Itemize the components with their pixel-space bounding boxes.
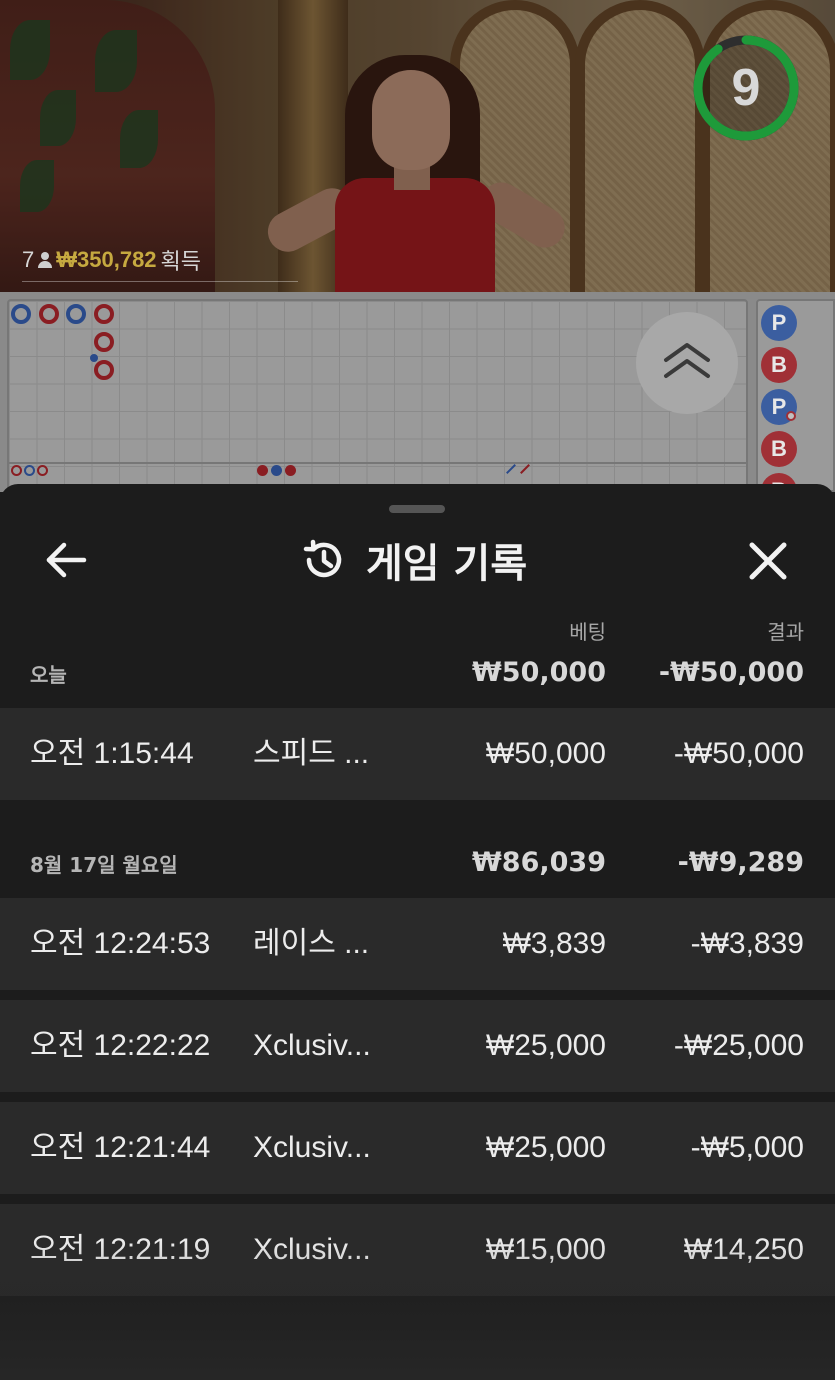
live-video-stream: 9 7 ₩350,782 획득: [0, 0, 835, 292]
game-history-sheet: 게임 기록 베팅 결과 오늘 ₩50,000 -₩50,000 오전 1:15:…: [0, 484, 835, 1380]
row-bet: ₩3,839: [502, 927, 606, 960]
row-time: 오전 12:21:19: [30, 1233, 211, 1266]
pair-dot: [90, 354, 98, 362]
drag-handle[interactable]: [389, 505, 445, 513]
row-result: -₩3,839: [690, 927, 804, 960]
row-game: 레이스 ...: [253, 927, 370, 960]
group-total-result: -₩9,289: [677, 847, 804, 878]
date-group-header: 8월 17일 월요일 ₩86,039 -₩9,289: [0, 824, 835, 888]
row-result: ₩14,250: [683, 1233, 804, 1266]
row-bet: ₩15,000: [485, 1233, 606, 1266]
group-total-bet: ₩86,039: [472, 847, 606, 878]
close-button[interactable]: [743, 536, 793, 586]
history-row[interactable]: 오전 12:21:44 Xclusiv... ₩25,000 -₩5,000: [0, 1102, 835, 1194]
row-bet: ₩25,000: [485, 1131, 606, 1164]
date-group-header: 오늘 ₩50,000 -₩50,000: [0, 634, 835, 698]
bead-banker: B: [761, 431, 797, 467]
row-game: 스피드 ...: [253, 737, 370, 770]
countdown-number: 9: [731, 59, 761, 117]
row-result: -₩5,000: [690, 1131, 804, 1164]
close-icon: [749, 542, 787, 580]
bead-banker: B: [761, 347, 797, 383]
group-total-result: -₩50,000: [658, 657, 804, 688]
group-date: 오늘: [30, 663, 67, 687]
road-mark: [66, 304, 86, 324]
pair-dot: [786, 411, 796, 421]
bead-player: P: [761, 305, 797, 341]
history-row[interactable]: 오전 12:21:19 Xclusiv... ₩15,000 ₩14,250: [0, 1204, 835, 1296]
row-bet: ₩50,000: [485, 737, 606, 770]
road-mark: [11, 304, 31, 324]
row-game: Xclusiv...: [253, 1131, 371, 1164]
history-row[interactable]: 오전 1:15:44 스피드 ... ₩50,000 -₩50,000: [0, 708, 835, 800]
road-mark: [257, 465, 268, 476]
road-divider: [7, 462, 748, 464]
group-date: 8월 17일 월요일: [30, 853, 178, 877]
history-icon: [303, 539, 342, 578]
page-title: 게임 기록: [366, 541, 528, 587]
bead-road[interactable]: P B P B B: [756, 299, 835, 509]
person-icon: [38, 252, 53, 268]
road-mark: [94, 304, 114, 324]
row-time: 오전 12:24:53: [30, 927, 211, 960]
row-time: 오전 1:15:44: [30, 737, 194, 770]
countdown-timer: 9: [690, 32, 802, 144]
win-label: 획득: [160, 249, 202, 274]
row-bet: ₩25,000: [485, 1029, 606, 1062]
history-row[interactable]: 오전 12:24:53 레이스 ... ₩3,839 -₩3,839: [0, 898, 835, 990]
road-mark: [11, 465, 22, 476]
back-button[interactable]: [40, 536, 92, 584]
sheet-header: 게임 기록: [300, 532, 527, 588]
history-row[interactable]: 오전 12:22:22 Xclusiv... ₩25,000 -₩25,000: [0, 1000, 835, 1092]
road-mark: [24, 465, 35, 476]
divider: [22, 281, 298, 282]
row-result: -₩25,000: [673, 1029, 804, 1062]
road-mark: [39, 304, 59, 324]
player-win-info: 7 ₩350,782 획득: [22, 244, 201, 276]
player-count: 7: [22, 247, 35, 272]
row-game: Xclusiv...: [253, 1233, 371, 1266]
road-mark: [506, 464, 516, 474]
row-time: 오전 12:22:22: [30, 1029, 211, 1062]
expand-roadmap-button[interactable]: [636, 312, 738, 414]
arrow-left-icon: [46, 542, 87, 578]
road-mark: [271, 465, 282, 476]
road-mark: [285, 465, 296, 476]
win-amount: ₩350,782: [56, 247, 157, 272]
row-result: -₩50,000: [673, 737, 804, 770]
road-mark: [94, 332, 114, 352]
double-chevron-up-icon: [664, 343, 710, 378]
row-game: Xclusiv...: [253, 1029, 371, 1062]
row-time: 오전 12:21:44: [30, 1131, 211, 1164]
road-mark: [37, 465, 48, 476]
roadmap-panel: P B P B B: [0, 292, 835, 509]
road-mark: [94, 360, 114, 380]
road-mark: [520, 464, 530, 474]
group-total-bet: ₩50,000: [472, 657, 606, 688]
